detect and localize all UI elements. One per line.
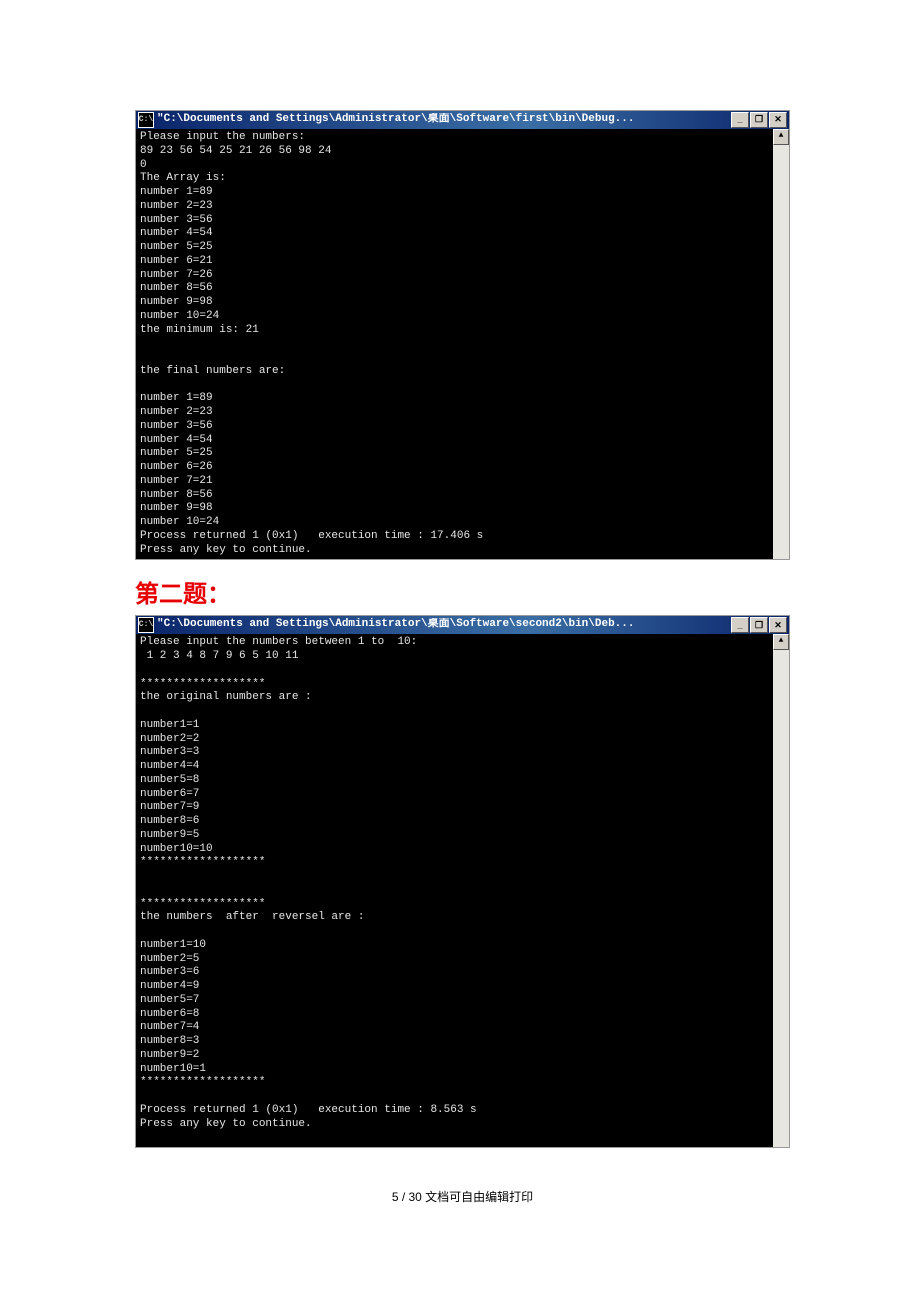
scrollbar-1[interactable]: ▲ (773, 129, 789, 559)
document-page: C:\ "C:\Documents and Settings\Administr… (0, 0, 920, 1255)
window-title-2: "C:\Documents and Settings\Administrator… (157, 618, 731, 632)
close-button[interactable]: ✕ (769, 617, 787, 633)
window-title-1: "C:\Documents and Settings\Administrator… (157, 113, 731, 127)
console-body-1: Please input the numbers: 89 23 56 54 25… (136, 129, 789, 559)
window-buttons-2: _ ❐ ✕ (731, 617, 787, 633)
section-heading: 第二题： (135, 574, 790, 609)
maximize-button[interactable]: ❐ (750, 617, 768, 633)
close-button[interactable]: ✕ (769, 112, 787, 128)
scrollbar-2[interactable]: ▲ (773, 634, 789, 1147)
console-output-1: Please input the numbers: 89 23 56 54 25… (136, 129, 773, 559)
scroll-track[interactable] (773, 650, 789, 1147)
cmd-icon: C:\ (138, 617, 154, 633)
title-bar-1: C:\ "C:\Documents and Settings\Administr… (136, 111, 789, 129)
console-body-2: Please input the numbers between 1 to 10… (136, 634, 789, 1147)
console-window-2: C:\ "C:\Documents and Settings\Administr… (135, 615, 790, 1148)
scroll-track[interactable] (773, 145, 789, 559)
scroll-up-icon[interactable]: ▲ (773, 129, 789, 145)
minimize-button[interactable]: _ (731, 617, 749, 633)
page-footer: 5 / 30 文档可自由编辑打印 (135, 1188, 790, 1205)
title-bar-2: C:\ "C:\Documents and Settings\Administr… (136, 616, 789, 634)
console-output-2: Please input the numbers between 1 to 10… (136, 634, 773, 1147)
maximize-button[interactable]: ❐ (750, 112, 768, 128)
cmd-icon: C:\ (138, 112, 154, 128)
scroll-up-icon[interactable]: ▲ (773, 634, 789, 650)
console-window-1: C:\ "C:\Documents and Settings\Administr… (135, 110, 790, 560)
minimize-button[interactable]: _ (731, 112, 749, 128)
window-buttons-1: _ ❐ ✕ (731, 112, 787, 128)
